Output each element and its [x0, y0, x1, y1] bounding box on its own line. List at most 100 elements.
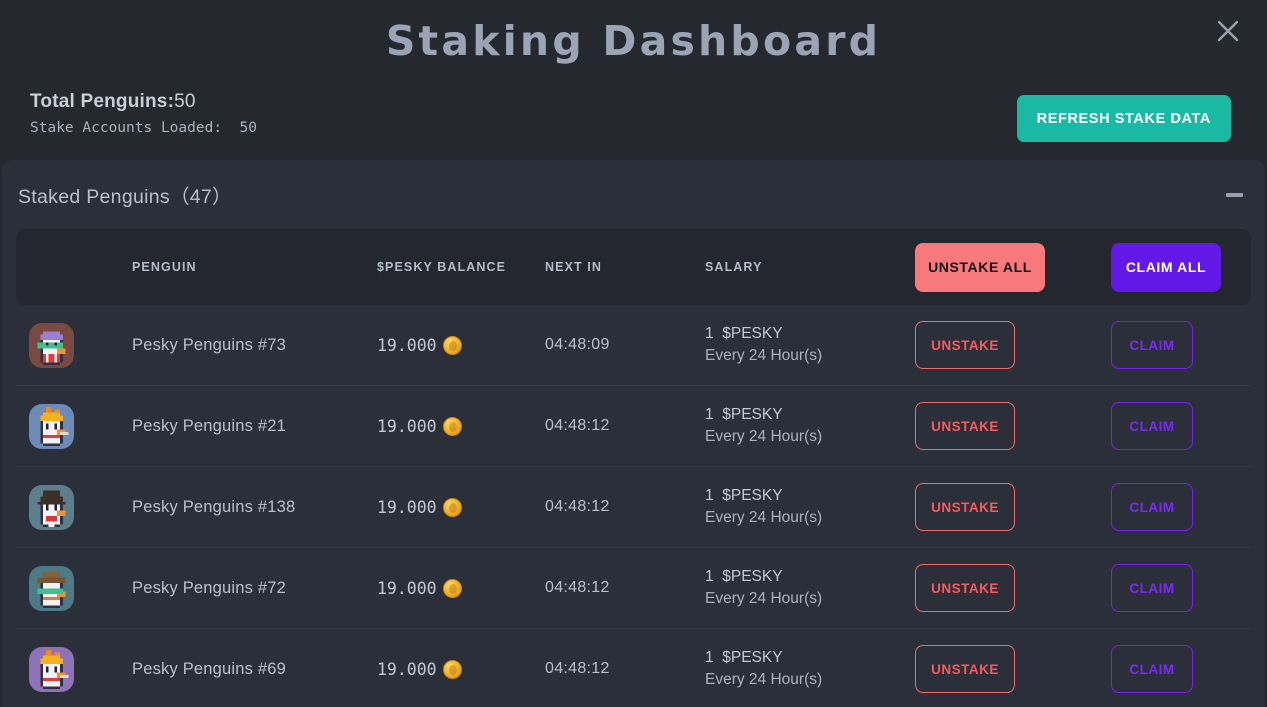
penguin-purple-hair-green-mask — [29, 322, 74, 368]
salary-amount: 1 $PESKY — [705, 487, 783, 504]
balance-value: 19.000 — [377, 578, 437, 598]
balance-value: 19.000 — [377, 416, 437, 436]
unstake-all-button[interactable]: UNSTAKE ALL — [915, 242, 1045, 292]
salary-period: Every 24 Hour(s) — [705, 347, 823, 364]
penguin-name: Pesky Penguins #73 — [132, 335, 287, 354]
salary-amount: 1 $PESKY — [705, 406, 783, 423]
cell-claim: CLAIM — [1111, 483, 1251, 531]
salary-period: Every 24 Hour(s) — [705, 509, 823, 526]
stake-accounts-loaded: Stake Accounts Loaded: 50 — [30, 120, 257, 136]
penguin-name: Pesky Penguins #138 — [132, 497, 296, 516]
balance-value: 19.000 — [377, 659, 437, 679]
unstake-button[interactable]: UNSTAKE — [915, 564, 1015, 612]
cell-balance: 19.000 — [377, 578, 545, 598]
cell-next-in: 04:48:09 — [545, 336, 705, 354]
cell-salary: 1 $PESKY Every 24 Hour(s) — [705, 325, 915, 365]
penguin-flame-hair-purple-bg — [29, 646, 74, 692]
cell-penguin-name: Pesky Penguins #138 — [132, 498, 377, 517]
claim-button[interactable]: CLAIM — [1111, 645, 1193, 693]
penguin-cowboy-hat-green-bandana — [29, 565, 74, 611]
salary-period: Every 24 Hour(s) — [705, 671, 823, 688]
cell-avatar — [16, 403, 132, 449]
balance-value: 19.000 — [377, 335, 437, 355]
header-cell-unstake-all: UNSTAKE ALL — [915, 242, 1111, 292]
cell-unstake: UNSTAKE — [915, 645, 1111, 693]
header-cell-balance: $PESKY BALANCE — [377, 260, 507, 274]
balance-value: 19.000 — [377, 497, 437, 517]
salary-period: Every 24 Hour(s) — [705, 590, 823, 607]
cell-avatar — [16, 646, 132, 692]
modal-header: Staking Dashboard Total Penguins:50 Stak… — [0, 0, 1267, 160]
unstake-button[interactable]: UNSTAKE — [915, 645, 1015, 693]
total-penguins-value: 50 — [174, 91, 196, 112]
cell-next-in: 04:48:12 — [545, 498, 705, 516]
unstake-button[interactable]: UNSTAKE — [915, 483, 1015, 531]
cell-balance: 19.000 — [377, 416, 545, 436]
cell-balance: 19.000 — [377, 335, 545, 355]
salary-amount: 1 $PESKY — [705, 649, 783, 666]
coin-icon — [442, 416, 462, 436]
page-title: Staking Dashboard — [385, 17, 882, 65]
minus-icon[interactable] — [1226, 192, 1243, 197]
stats-block: Total Penguins:50 Stake Accounts Loaded:… — [30, 91, 257, 136]
claim-all-button[interactable]: CLAIM ALL — [1111, 242, 1221, 292]
cell-claim: CLAIM — [1111, 321, 1251, 369]
total-penguins-label: Total Penguins: — [30, 91, 175, 112]
next-in-value: 04:48:12 — [545, 660, 610, 677]
cell-unstake: UNSTAKE — [915, 321, 1111, 369]
panel-header[interactable]: Staked Penguins（47） — [2, 160, 1265, 229]
next-in-value: 04:48:12 — [545, 498, 610, 515]
staked-penguins-panel: Staked Penguins（47） PENGUIN $PESKY BALAN… — [2, 160, 1265, 707]
salary-amount: 1 $PESKY — [705, 325, 783, 342]
panel-title: Staked Penguins（47） — [18, 186, 232, 208]
penguin-name: Pesky Penguins #72 — [132, 578, 287, 597]
cell-balance: 19.000 — [377, 659, 545, 679]
cell-next-in: 04:48:12 — [545, 417, 705, 435]
cell-claim: CLAIM — [1111, 402, 1251, 450]
header-cell-claim-all: CLAIM ALL — [1111, 242, 1251, 292]
cell-next-in: 04:48:12 — [545, 579, 705, 597]
header-cell-salary: SALARY — [705, 260, 763, 274]
next-in-value: 04:48:12 — [545, 417, 610, 434]
cell-next-in: 04:48:12 — [545, 660, 705, 678]
claim-button[interactable]: CLAIM — [1111, 483, 1193, 531]
staked-penguins-table: PENGUIN $PESKY BALANCE NEXT IN SALARY UN… — [2, 229, 1265, 707]
coin-icon — [442, 659, 462, 679]
table-row: Pesky Penguins #21 19.000 04:48:12 1 $PE… — [16, 386, 1251, 467]
penguin-name: Pesky Penguins #69 — [132, 659, 287, 678]
unstake-button[interactable]: UNSTAKE — [915, 321, 1015, 369]
unstake-button[interactable]: UNSTAKE — [915, 402, 1015, 450]
cell-penguin-name: Pesky Penguins #69 — [132, 660, 377, 679]
salary-amount: 1 $PESKY — [705, 568, 783, 585]
next-in-value: 04:48:09 — [545, 336, 610, 353]
cell-penguin-name: Pesky Penguins #72 — [132, 579, 377, 598]
cell-penguin-name: Pesky Penguins #73 — [132, 336, 377, 355]
penguin-fedora-bowtie — [29, 484, 74, 530]
claim-button[interactable]: CLAIM — [1111, 564, 1193, 612]
header-cell-next-in: NEXT IN — [545, 260, 603, 274]
coin-icon — [442, 578, 462, 598]
coin-icon — [442, 335, 462, 355]
coin-icon — [442, 497, 462, 517]
header-cell-penguin: PENGUIN — [132, 260, 197, 274]
table-header-row: PENGUIN $PESKY BALANCE NEXT IN SALARY UN… — [16, 229, 1251, 305]
table-row: Pesky Penguins #69 19.000 04:48:12 1 $PE… — [16, 629, 1251, 707]
cell-balance: 19.000 — [377, 497, 545, 517]
cell-unstake: UNSTAKE — [915, 402, 1111, 450]
penguin-name: Pesky Penguins #21 — [132, 416, 287, 435]
refresh-stake-data-button[interactable]: REFRESH STAKE DATA — [1016, 95, 1231, 142]
table-row: Pesky Penguins #72 19.000 04:48:12 1 $PE… — [16, 548, 1251, 629]
claim-button[interactable]: CLAIM — [1111, 321, 1193, 369]
total-penguins-row: Total Penguins:50 — [30, 91, 257, 113]
table-row: Pesky Penguins #138 19.000 04:48:12 1 $P… — [16, 467, 1251, 548]
penguin-flame-hair-cigarette — [29, 403, 74, 449]
next-in-value: 04:48:12 — [545, 579, 610, 596]
cell-salary: 1 $PESKY Every 24 Hour(s) — [705, 568, 915, 608]
claim-button[interactable]: CLAIM — [1111, 402, 1193, 450]
cell-claim: CLAIM — [1111, 564, 1251, 612]
cell-salary: 1 $PESKY Every 24 Hour(s) — [705, 649, 915, 689]
cell-avatar — [16, 322, 132, 368]
cell-salary: 1 $PESKY Every 24 Hour(s) — [705, 487, 915, 527]
cell-unstake: UNSTAKE — [915, 564, 1111, 612]
table-body: Pesky Penguins #73 19.000 04:48:09 1 $PE… — [16, 305, 1251, 707]
